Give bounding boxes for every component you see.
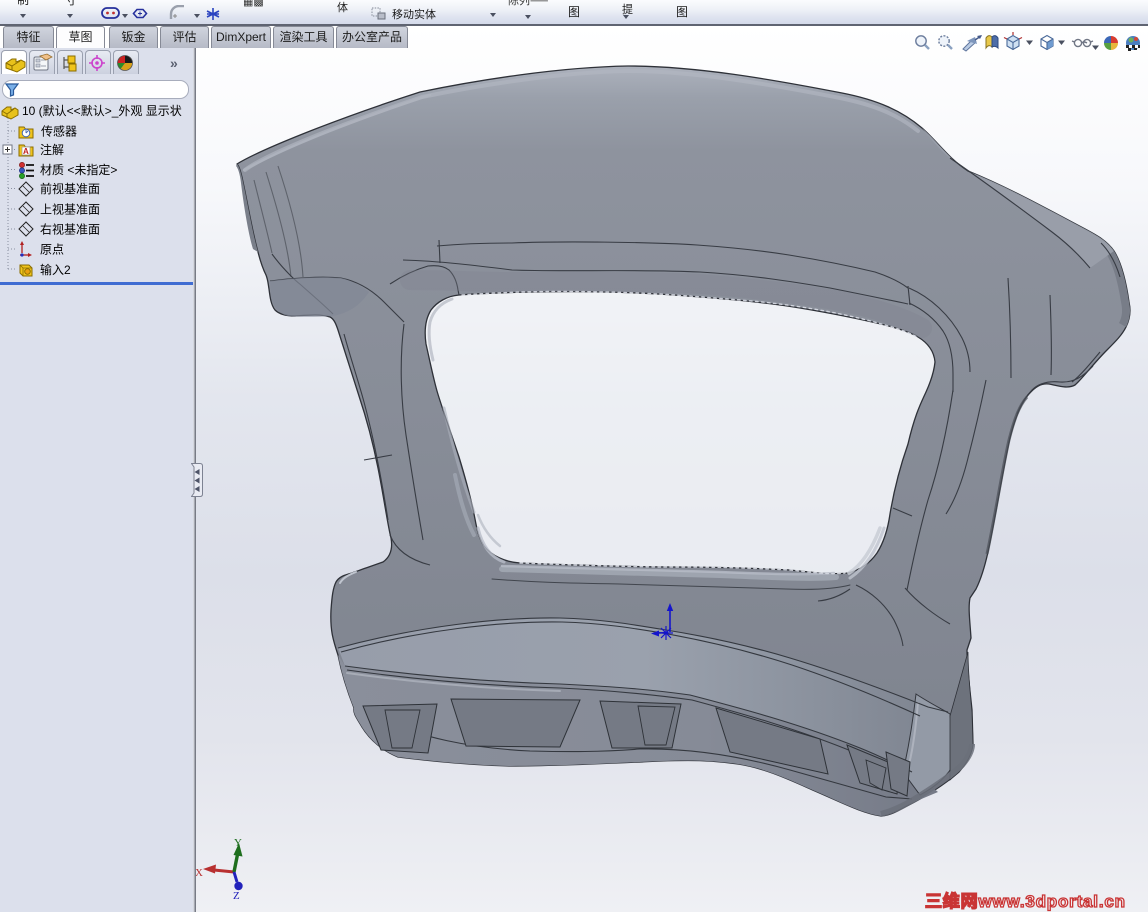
svg-text:X: X bbox=[195, 867, 203, 879]
svg-text:输入2: 输入2 bbox=[40, 262, 71, 277]
svg-text:上视基准面: 上视基准面 bbox=[40, 202, 100, 217]
svg-text:前视基准面: 前视基准面 bbox=[40, 181, 100, 196]
svg-text:10 (默认<<默认>_外观 显示状: 10 (默认<<默认>_外观 显示状 bbox=[22, 103, 182, 118]
svg-text:A: A bbox=[23, 147, 29, 156]
svg-text:材质 <未指定>: 材质 <未指定> bbox=[40, 162, 117, 177]
svg-text:»: » bbox=[170, 55, 178, 71]
svg-text:传感器: 传感器 bbox=[41, 124, 77, 139]
svg-text:Z: Z bbox=[233, 890, 240, 902]
svg-text:原点: 原点 bbox=[40, 243, 64, 257]
svg-text:注解: 注解 bbox=[40, 142, 64, 157]
svg-text:Y: Y bbox=[234, 837, 242, 849]
svg-text:右视基准面: 右视基准面 bbox=[40, 222, 100, 237]
